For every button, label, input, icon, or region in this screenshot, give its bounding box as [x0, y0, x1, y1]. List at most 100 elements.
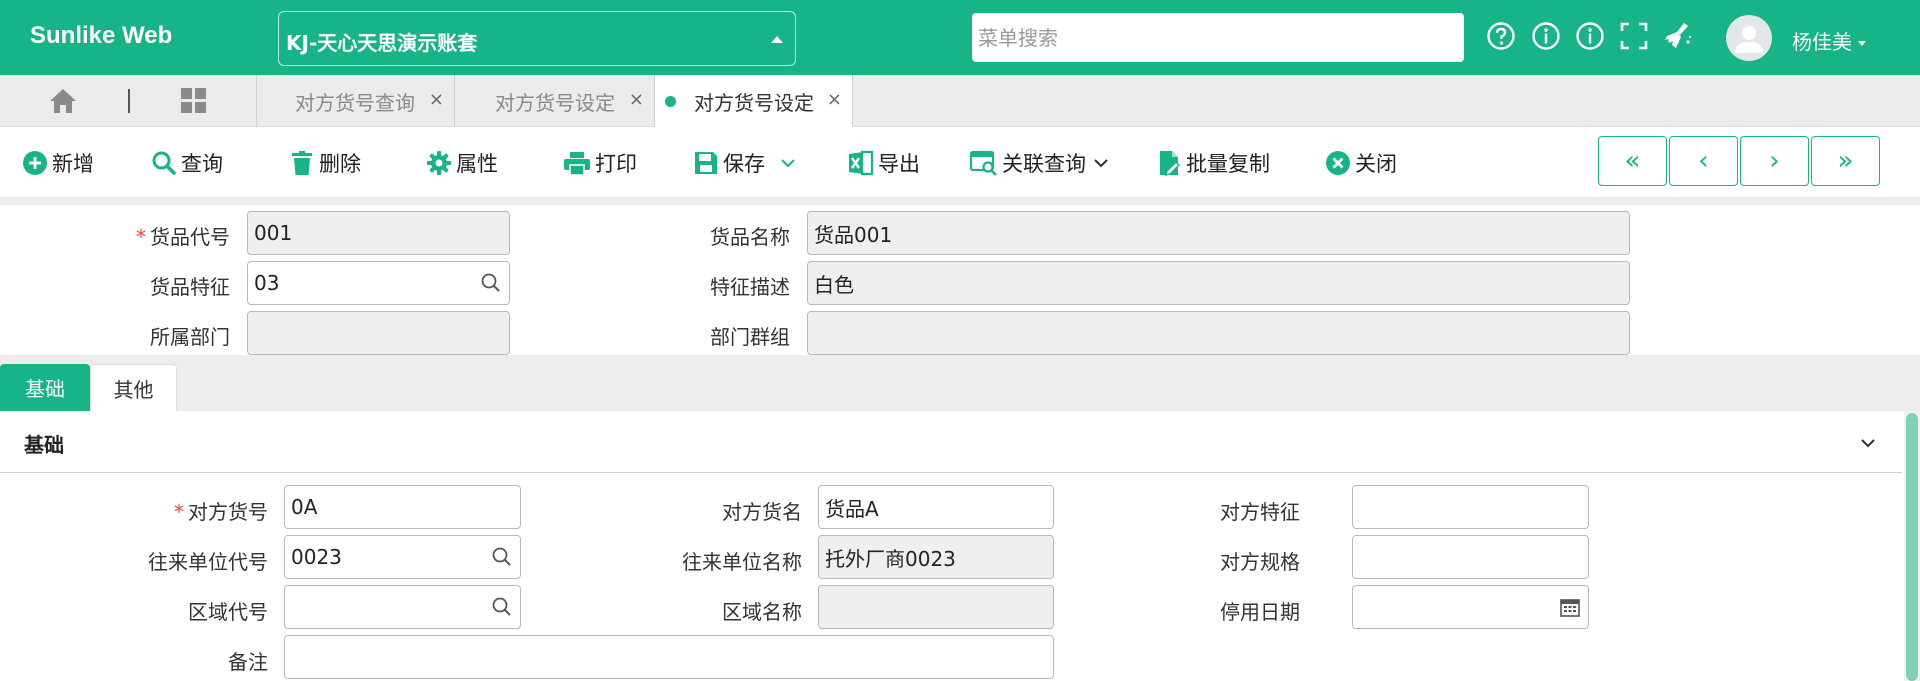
- cust-spec-field[interactable]: [1352, 535, 1589, 579]
- cust-feature-field[interactable]: [1352, 485, 1589, 529]
- brand-logo: Sunlike Web: [30, 22, 173, 49]
- caret-down-icon: [1858, 41, 1866, 46]
- dept-group-field[interactable]: [807, 311, 1630, 355]
- disable-date-field[interactable]: [1352, 585, 1589, 629]
- tab-item-no-setting[interactable]: 对方货号设定 ×: [454, 75, 654, 127]
- trash-icon: [292, 151, 312, 175]
- grid-menu-icon[interactable]: [180, 87, 208, 115]
- region-code-wrapper: [284, 585, 521, 629]
- cust-item-no-field[interactable]: [284, 485, 521, 529]
- close-icon[interactable]: ×: [429, 89, 444, 110]
- save-icon: [695, 152, 717, 174]
- tab-basic[interactable]: 基础: [0, 364, 90, 411]
- printer-icon: [564, 152, 590, 176]
- required-marker: *: [174, 500, 184, 524]
- menu-search-input[interactable]: [972, 13, 1464, 62]
- save-button[interactable]: 保存: [693, 148, 801, 178]
- partner-name-field[interactable]: [818, 535, 1054, 579]
- print-button[interactable]: 打印: [563, 148, 637, 178]
- chevron-down-icon: [781, 159, 795, 168]
- dept-group-label: 部门群组: [710, 325, 790, 349]
- region-name-field[interactable]: [818, 585, 1054, 629]
- item-code-label: * 货品代号: [136, 225, 230, 249]
- plus-circle-icon: [23, 151, 47, 175]
- last-record-button[interactable]: »: [1811, 136, 1880, 186]
- tab-item-no-query[interactable]: 对方货号查询 ×: [256, 75, 454, 127]
- page-tab-strip: 对方货号查询 × 对方货号设定 × 对方货号设定 ×: [0, 75, 1920, 127]
- previous-record-button[interactable]: ‹: [1669, 136, 1738, 186]
- cust-spec-label: 对方规格: [1220, 550, 1300, 574]
- export-button[interactable]: 导出: [848, 148, 920, 178]
- close-icon[interactable]: ×: [629, 89, 644, 110]
- dept-field[interactable]: [247, 311, 510, 355]
- item-name-label: 货品名称: [710, 225, 790, 249]
- section-header[interactable]: 基础: [0, 411, 1902, 473]
- feature-desc-field[interactable]: [807, 261, 1630, 305]
- scrollbar-thumb[interactable]: [1906, 413, 1918, 681]
- feature-label: 货品特征: [150, 275, 230, 299]
- fullscreen-icon[interactable]: [1618, 20, 1650, 52]
- calendar-icon[interactable]: [1559, 596, 1581, 618]
- tab-item-no-setting-active[interactable]: 对方货号设定 ×: [654, 75, 853, 127]
- new-button[interactable]: 新增: [22, 148, 94, 178]
- search-icon: [152, 151, 176, 175]
- account-name: KJ-天心天思演示账套: [286, 31, 478, 55]
- file-edit-icon: [1160, 151, 1180, 176]
- close-page-button[interactable]: 关闭: [1325, 148, 1397, 178]
- first-record-button[interactable]: «: [1598, 136, 1667, 186]
- next-record-button[interactable]: ›: [1740, 136, 1809, 186]
- clear-cache-broom-icon[interactable]: [1662, 20, 1694, 52]
- feature-field[interactable]: [247, 261, 510, 305]
- cust-item-name-label: 对方货名: [722, 500, 802, 524]
- remark-field[interactable]: [284, 635, 1054, 679]
- info-icon[interactable]: [1530, 20, 1562, 52]
- sub-tab-bar: [0, 355, 1920, 411]
- about-icon[interactable]: [1574, 20, 1606, 52]
- chevron-down-icon[interactable]: [1858, 433, 1878, 453]
- avatar[interactable]: [1726, 15, 1772, 61]
- section-title: 基础: [24, 433, 64, 457]
- properties-button[interactable]: 属性: [426, 148, 498, 178]
- search-icon[interactable]: [480, 272, 502, 294]
- region-name-label: 区域名称: [722, 600, 802, 624]
- feature-desc-label: 特征描述: [710, 275, 790, 299]
- item-name-field[interactable]: [807, 211, 1630, 255]
- region-code-label: 区域代号: [188, 600, 268, 624]
- related-query-button[interactable]: 关联查询: [970, 148, 1114, 178]
- region-code-field[interactable]: [284, 585, 521, 629]
- window-search-icon: [970, 150, 997, 176]
- feature-field-wrapper: [247, 261, 510, 305]
- caret-up-icon: [771, 36, 783, 43]
- batch-copy-button[interactable]: 批量复制: [1158, 148, 1270, 178]
- cust-item-name-field[interactable]: [818, 485, 1054, 529]
- partner-code-label: 往来单位代号: [148, 550, 268, 574]
- chevron-down-icon: [1094, 159, 1108, 168]
- delete-button[interactable]: 删除: [289, 148, 361, 178]
- partner-name-label: 往来单位名称: [682, 550, 802, 574]
- required-marker: *: [136, 225, 146, 249]
- item-code-field[interactable]: [247, 211, 510, 255]
- remark-label: 备注: [228, 650, 268, 674]
- home-icon[interactable]: [48, 87, 80, 115]
- search-icon[interactable]: [491, 546, 513, 568]
- close-icon[interactable]: ×: [827, 89, 842, 110]
- toolbar: 新增 查询 删除 属性 打印 保存 导出 关联查询 批量复制 关闭 « ‹ › …: [0, 127, 1920, 197]
- query-button[interactable]: 查询: [151, 148, 223, 178]
- divider: [128, 89, 130, 113]
- dept-label: 所属部门: [150, 325, 230, 349]
- search-icon[interactable]: [491, 596, 513, 618]
- user-menu[interactable]: 杨佳美: [1792, 26, 1866, 55]
- account-selector[interactable]: KJ-天心天思演示账套: [278, 11, 796, 66]
- user-name: 杨佳美: [1792, 30, 1852, 54]
- partner-code-field[interactable]: [284, 535, 521, 579]
- excel-icon: [849, 150, 874, 176]
- active-dot-icon: [665, 96, 676, 107]
- disable-date-wrapper: [1352, 585, 1589, 629]
- disable-date-label: 停用日期: [1220, 600, 1300, 624]
- cust-feature-label: 对方特征: [1220, 500, 1300, 524]
- help-icon[interactable]: [1485, 20, 1517, 52]
- cust-item-no-label: * 对方货号: [174, 500, 268, 524]
- tab-other[interactable]: 其他: [90, 364, 177, 411]
- gear-icon: [427, 151, 451, 175]
- close-circle-icon: [1326, 151, 1350, 175]
